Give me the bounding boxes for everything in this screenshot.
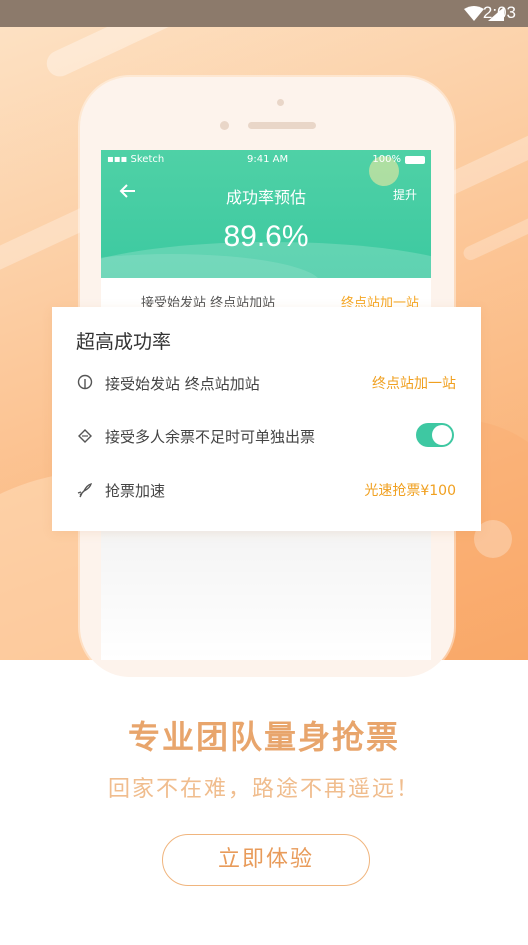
- mock-action-link[interactable]: 提升: [393, 186, 417, 203]
- option-row-split-ticket: 接受多人余票不足时可单独出票: [76, 423, 456, 449]
- card-title: 超高成功率: [76, 331, 172, 353]
- promo-subline: 回家不在难，路途不再遥远！: [107, 777, 420, 802]
- option-label: 接受始发站 终点站加站: [105, 375, 260, 393]
- pin-icon: [77, 374, 93, 390]
- system-status-bar: 2:03: [0, 0, 528, 27]
- option-label: 抢票加速: [105, 482, 166, 500]
- mock-fade: [101, 530, 431, 660]
- option-label: 接受多人余票不足时可单独出票: [105, 428, 316, 446]
- mock-header: ▪▪▪ Sketch 9:41 AM 100% 成功率预估 提升 89.6%: [101, 150, 431, 278]
- mock-battery-text: 100%: [372, 154, 401, 165]
- mock-title: 成功率预估: [225, 188, 306, 207]
- promo-headline: 专业团队量身抢票: [127, 718, 400, 756]
- ticket-icon: [78, 429, 92, 443]
- success-rate-value: 89.6%: [223, 220, 309, 253]
- mock-time: 9:41 AM: [247, 154, 289, 165]
- rocket-icon: [77, 483, 92, 498]
- mock-carrier: ▪▪▪ Sketch: [107, 154, 165, 165]
- toggle-knob: [432, 425, 452, 445]
- phone-camera: [277, 99, 284, 106]
- success-rate-card: 超高成功率 接受始发站 终点站加站 终点站加一站 接受多人余票不足时可单独出票 …: [52, 307, 481, 531]
- decor-streak: [461, 211, 528, 263]
- option-row-speedup[interactable]: 抢票加速 光速抢票¥100: [76, 477, 456, 503]
- try-now-button[interactable]: 立即体验: [162, 834, 370, 886]
- mock-status-bar: ▪▪▪ Sketch 9:41 AM 100%: [101, 154, 431, 168]
- phone-sensor: [220, 121, 229, 130]
- battery-icon: [405, 156, 425, 164]
- option-row-station[interactable]: 接受始发站 终点站加站 终点站加一站: [76, 370, 456, 396]
- system-time: 2:03: [482, 3, 516, 22]
- phone-speaker: [248, 122, 316, 129]
- wifi-icon: [464, 6, 484, 21]
- option-value[interactable]: 光速抢票¥100: [364, 480, 456, 500]
- option-value[interactable]: 终点站加一站: [372, 373, 456, 393]
- split-ticket-toggle[interactable]: [416, 423, 454, 447]
